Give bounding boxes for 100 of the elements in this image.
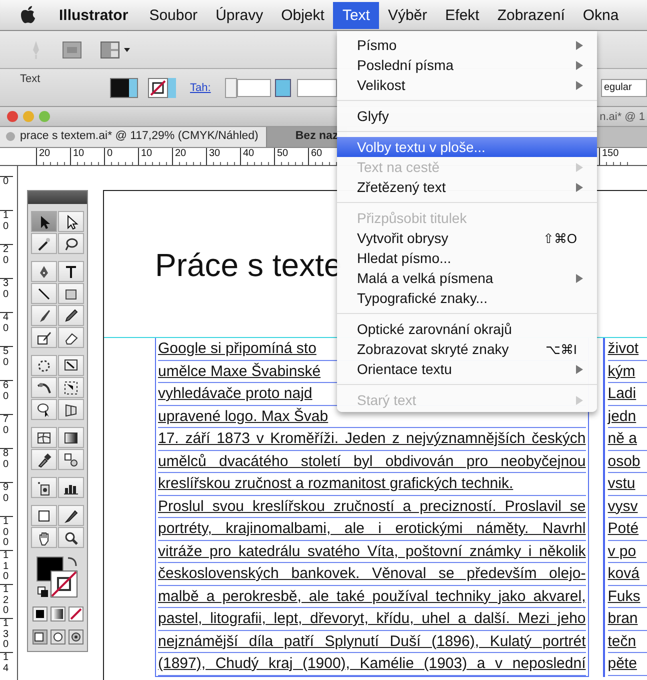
- text-line: ně a: [608, 428, 647, 450]
- stroke-weight-field[interactable]: [236, 78, 271, 96]
- pen-tool[interactable]: [31, 261, 57, 282]
- rotate-icon: [36, 358, 52, 374]
- rectangle-tool[interactable]: [58, 283, 84, 304]
- hand-tool[interactable]: [31, 527, 57, 548]
- line-tool[interactable]: [31, 283, 57, 304]
- menu-item[interactable]: Optické zarovnání okrajů: [337, 319, 597, 339]
- warp-tool[interactable]: [31, 377, 57, 398]
- text-line: vysv: [608, 496, 647, 518]
- menu-item[interactable]: Glyfy: [337, 106, 597, 126]
- text-line: Poté: [608, 518, 647, 540]
- pencil-tool[interactable]: [58, 305, 84, 326]
- mesh-tool[interactable]: [31, 427, 57, 448]
- apple-logo-icon[interactable]: [18, 5, 38, 25]
- zoom-tool[interactable]: [58, 527, 84, 548]
- stroke-weight-dropdown[interactable]: [274, 78, 291, 96]
- app-menu[interactable]: Illustrator: [50, 2, 140, 28]
- blend-icon: [63, 452, 79, 468]
- magic-wand-tool[interactable]: [31, 233, 57, 254]
- artboard-icon: [36, 508, 52, 524]
- menu-item[interactable]: Písmo: [337, 35, 597, 55]
- lasso-tool[interactable]: [58, 233, 84, 254]
- vertical-ruler: 0 10 20 30 40 50 60 70 80 90 100 110 120 130 14: [0, 166, 18, 680]
- mesh-icon: [36, 430, 52, 446]
- menu-item[interactable]: Volby textu v ploše...: [337, 137, 597, 157]
- menu-title[interactable]: Efekt: [436, 2, 488, 28]
- scale-tool[interactable]: [58, 355, 84, 376]
- text-line: nejznámější díla patří Splynutí Duší (1896), Kulatý portrét: [158, 630, 586, 653]
- layout-dropdown-icon[interactable]: [100, 40, 132, 58]
- text-line: portréty, krajinomalbami, ale i erotickými náměty. Navrhl: [158, 518, 586, 540]
- menu-item[interactable]: Vytvořit obrysy ⇧⌘O: [337, 228, 597, 248]
- gradient-tool[interactable]: [58, 427, 84, 448]
- menu-item[interactable]: Malá a velká písmena: [337, 268, 597, 288]
- stroke-swatch[interactable]: [148, 78, 176, 98]
- eraser-tool[interactable]: [58, 327, 84, 348]
- perspective-grid-icon: [63, 402, 79, 418]
- slice-icon: [63, 508, 79, 524]
- selection-arrow-tool[interactable]: [31, 211, 57, 232]
- slice-tool[interactable]: [58, 505, 84, 526]
- text-line: umělců dvacátého století byl obdivován pro neobyčejnou: [158, 450, 586, 473]
- free-transform-tool[interactable]: [58, 377, 84, 398]
- menu-item[interactable]: Hledat písmo...: [337, 248, 597, 268]
- bridge-icon[interactable]: [62, 40, 82, 58]
- direct-selection-tool[interactable]: [58, 211, 84, 232]
- menu-item[interactable]: Typografické znaky...: [337, 288, 597, 308]
- symbol-sprayer-icon: [36, 480, 52, 496]
- text-line: v po: [608, 540, 647, 563]
- menu-title[interactable]: Objekt: [272, 2, 334, 28]
- text-line: vstu: [608, 473, 647, 496]
- text-line: (1897), Chudý kraj (1900), Kamélie (1903) a v neposlední: [158, 653, 586, 676]
- text-line: kým: [608, 360, 647, 383]
- text-line: Ladi: [608, 383, 647, 406]
- magic-wand-icon: [36, 236, 52, 252]
- blob-brush-tool[interactable]: [31, 327, 57, 348]
- color-icon[interactable]: [32, 606, 48, 622]
- menu-item[interactable]: Zřetězený text: [337, 177, 597, 197]
- rotate-tool[interactable]: [31, 355, 57, 376]
- text-line: vitráže pro katedrálu svatého Víta, poštovní známky i několik: [158, 540, 586, 563]
- perspective-grid-tool[interactable]: [58, 399, 84, 420]
- window-title: n.ai* @ 1: [600, 110, 646, 122]
- stroke-link[interactable]: Tah:: [190, 82, 211, 94]
- paintbrush-tool[interactable]: [31, 305, 57, 326]
- blob-brush-icon: [36, 330, 52, 346]
- font-style-field[interactable]: egular: [601, 78, 647, 96]
- text-line: Proslul svou kreslířskou zručností a precizností. Proslavil se: [158, 496, 586, 518]
- text-line: Fuks: [608, 586, 647, 608]
- draw-behind-icon[interactable]: [50, 629, 66, 645]
- shape-builder-tool[interactable]: [31, 399, 57, 420]
- column-graph-tool[interactable]: [58, 477, 84, 498]
- menu-title[interactable]: Úpravy: [206, 2, 272, 28]
- document-tab[interactable]: prace s textem.ai* @ 117,29% (CMYK/Náhled): [0, 127, 268, 147]
- menu-title[interactable]: Soubor: [140, 2, 207, 28]
- pencil-icon: [63, 308, 79, 324]
- blend-tool[interactable]: [58, 449, 84, 470]
- style-field[interactable]: [296, 78, 337, 96]
- text-line: ková: [608, 563, 647, 586]
- text-line: osob: [608, 450, 647, 473]
- fill-swatch[interactable]: [110, 78, 138, 98]
- none-swatch-icon[interactable]: [68, 606, 84, 622]
- fill-stroke-icon[interactable]: [34, 555, 80, 599]
- menu-title[interactable]: Zobrazení: [488, 2, 574, 28]
- menu-title[interactable]: Okna: [574, 2, 628, 28]
- artboard-tool[interactable]: [31, 505, 57, 526]
- text-line: československých bankovek. Věnoval se především olejo-: [158, 563, 586, 586]
- menu-item[interactable]: Velikost: [337, 75, 597, 95]
- gradient-swatch-icon[interactable]: [50, 606, 66, 622]
- menu-title[interactable]: Výběr: [378, 2, 436, 28]
- draw-inside-icon[interactable]: [68, 629, 84, 645]
- eyedropper-tool[interactable]: [31, 449, 57, 470]
- draw-normal-icon[interactable]: [32, 629, 48, 645]
- text-line: pěte: [608, 653, 647, 676]
- text-line: jedn: [608, 406, 647, 428]
- scale-icon: [63, 358, 79, 374]
- type-tool-icon: [63, 264, 79, 280]
- menu-item[interactable]: Poslední písma: [337, 55, 597, 75]
- menu-title[interactable]: Text: [333, 2, 379, 28]
- close-button[interactable]: [7, 111, 18, 122]
- symbol-sprayer-tool[interactable]: [31, 477, 57, 498]
- selection-label: Text: [20, 73, 40, 85]
